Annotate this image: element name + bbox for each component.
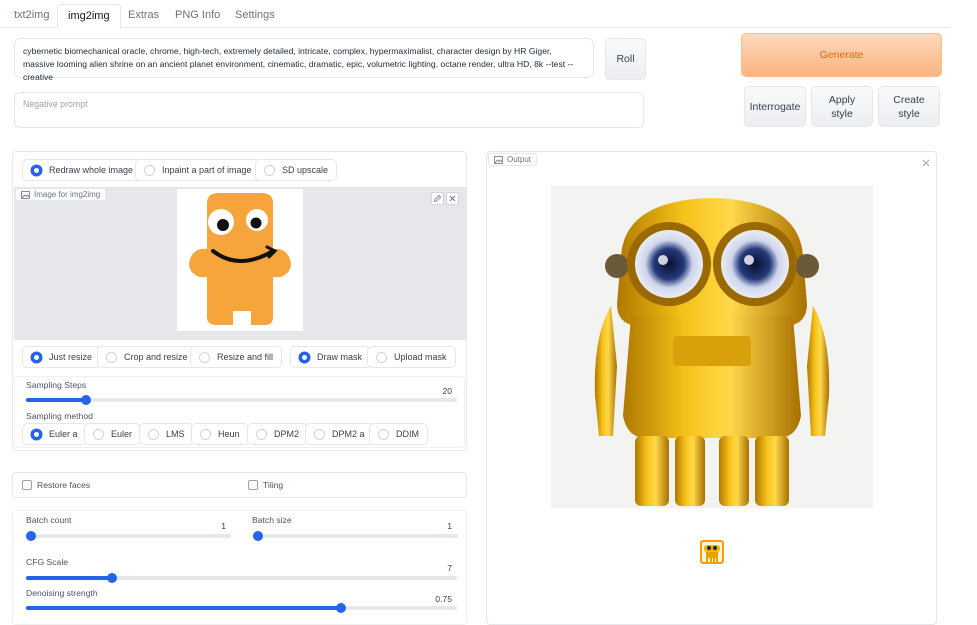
slider-thumb[interactable]: [335, 603, 346, 613]
radio-icon: [314, 428, 325, 440]
resize-fill-label: Resize and fill: [217, 352, 274, 362]
sampler-label: DPM2 a: [332, 429, 365, 439]
radio-icon: [148, 428, 159, 440]
close-icon[interactable]: [920, 157, 932, 169]
mode-inpaint-label: Inpaint a part of image: [162, 165, 252, 175]
denoising-slider[interactable]: [26, 603, 457, 613]
restore-faces-checkbox[interactable]: [22, 480, 32, 490]
mask-draw-label: Draw mask: [317, 352, 363, 362]
batch-count-slider[interactable]: [26, 531, 231, 541]
sampling-steps-value[interactable]: 20: [420, 386, 452, 396]
tab-extras[interactable]: Extras: [118, 4, 169, 28]
sampler-ddim[interactable]: DDIM: [369, 423, 428, 445]
radio-selected-icon: [31, 351, 42, 363]
slider-thumb[interactable]: [253, 531, 263, 541]
batch-size-slider[interactable]: [253, 531, 458, 541]
apply-style-button[interactable]: Apply style: [811, 86, 873, 127]
clear-image-icon[interactable]: [446, 192, 459, 205]
tab-txt2img[interactable]: txt2img: [4, 4, 59, 28]
radio-icon: [378, 428, 389, 440]
tab-settings[interactable]: Settings: [225, 4, 285, 28]
image-icon: [21, 190, 30, 199]
restore-faces-label: Restore faces: [37, 480, 91, 490]
slider-fill: [26, 398, 87, 402]
output-label: Output: [488, 153, 538, 166]
robot-image: [594, 198, 830, 506]
sampler-label: Euler a: [49, 429, 78, 439]
sampler-label: Euler: [111, 429, 133, 439]
orange-mascot-image: [189, 193, 291, 325]
output-label-text: Output: [507, 155, 532, 164]
slider-fill: [26, 606, 341, 610]
mode-inpaint[interactable]: Inpaint a part of image: [135, 159, 261, 181]
radio-selected-icon: [31, 164, 42, 176]
create-style-button[interactable]: Create style: [878, 86, 940, 127]
cfg-scale-value[interactable]: 7: [420, 563, 452, 573]
slider-fill: [26, 576, 113, 580]
sampler-euler[interactable]: Euler: [84, 423, 142, 445]
mode-sd-upscale[interactable]: SD upscale: [255, 159, 338, 181]
tab-bar: txt2img img2img Extras PNG Info Settings: [0, 0, 950, 29]
mode-redraw[interactable]: Redraw whole image: [22, 159, 143, 181]
sampling-method-label: Sampling method: [26, 411, 93, 421]
sampler-dpm2[interactable]: DPM2: [247, 423, 309, 445]
batch-count-value[interactable]: 1: [200, 521, 226, 531]
mode-sd-upscale-label: SD upscale: [282, 165, 329, 175]
prompt-input[interactable]: cybernetic biomechanical oracle, chrome,…: [14, 38, 594, 82]
image-icon: [494, 155, 503, 164]
denoising-value[interactable]: 0.75: [416, 594, 452, 604]
sampler-label: LMS: [166, 429, 185, 439]
negative-prompt-input[interactable]: Negative prompt: [14, 92, 644, 128]
radio-icon: [106, 351, 117, 363]
roll-button[interactable]: Roll: [605, 38, 646, 80]
sampling-steps-label: Sampling Steps: [26, 380, 87, 390]
edit-icon[interactable]: [431, 192, 444, 205]
tab-img2img[interactable]: img2img: [57, 4, 121, 29]
radio-icon: [376, 351, 387, 363]
sampler-lms[interactable]: LMS: [139, 423, 194, 445]
radio-icon: [200, 428, 211, 440]
sampler-euler-a[interactable]: Euler a: [22, 423, 87, 445]
radio-icon: [93, 428, 104, 440]
sampling-steps-slider[interactable]: [26, 395, 457, 405]
batch-size-value[interactable]: 1: [426, 521, 452, 531]
tab-png-info[interactable]: PNG Info: [165, 4, 230, 28]
output-image[interactable]: [551, 186, 873, 508]
resize-crop-and-resize[interactable]: Crop and resize: [97, 346, 197, 368]
sampler-label: DPM2: [274, 429, 300, 439]
radio-icon: [264, 164, 275, 176]
resize-just-resize-label: Just resize: [49, 352, 93, 362]
image-input-label-text: Image for img2img: [34, 190, 101, 199]
cfg-scale-label: CFG Scale: [26, 557, 69, 567]
mode-redraw-label: Redraw whole image: [49, 165, 134, 175]
batch-size-label: Batch size: [252, 515, 292, 525]
radio-selected-icon: [31, 428, 42, 440]
radio-icon: [144, 164, 155, 176]
resize-resize-and-fill[interactable]: Resize and fill: [190, 346, 283, 368]
sampler-label: Heun: [218, 429, 240, 439]
sampler-label: DDIM: [396, 429, 419, 439]
interrogate-button[interactable]: Interrogate: [744, 86, 806, 127]
robot-thumbnail-icon: [704, 545, 720, 562]
tiling-checkbox[interactable]: [248, 480, 258, 490]
denoising-label: Denoising strength: [26, 588, 98, 598]
image-input-label: Image for img2img: [15, 188, 107, 201]
resize-just-resize[interactable]: Just resize: [22, 346, 102, 368]
batch-count-label: Batch count: [26, 515, 72, 525]
mask-draw[interactable]: Draw mask: [290, 346, 372, 368]
mask-upload-label: Upload mask: [394, 352, 447, 362]
resize-crop-label: Crop and resize: [124, 352, 188, 362]
radio-selected-icon: [299, 351, 310, 363]
sampler-heun[interactable]: Heun: [191, 423, 249, 445]
output-thumbnail[interactable]: [700, 540, 724, 564]
mask-upload[interactable]: Upload mask: [367, 346, 456, 368]
input-image: [177, 189, 303, 331]
generate-button[interactable]: Generate: [741, 33, 942, 77]
radio-icon: [256, 428, 267, 440]
slider-thumb[interactable]: [26, 531, 36, 541]
tiling-label: Tiling: [263, 480, 284, 490]
sampler-dpm2-a[interactable]: DPM2 a: [305, 423, 374, 445]
radio-icon: [199, 351, 210, 363]
cfg-scale-slider[interactable]: [26, 573, 457, 583]
